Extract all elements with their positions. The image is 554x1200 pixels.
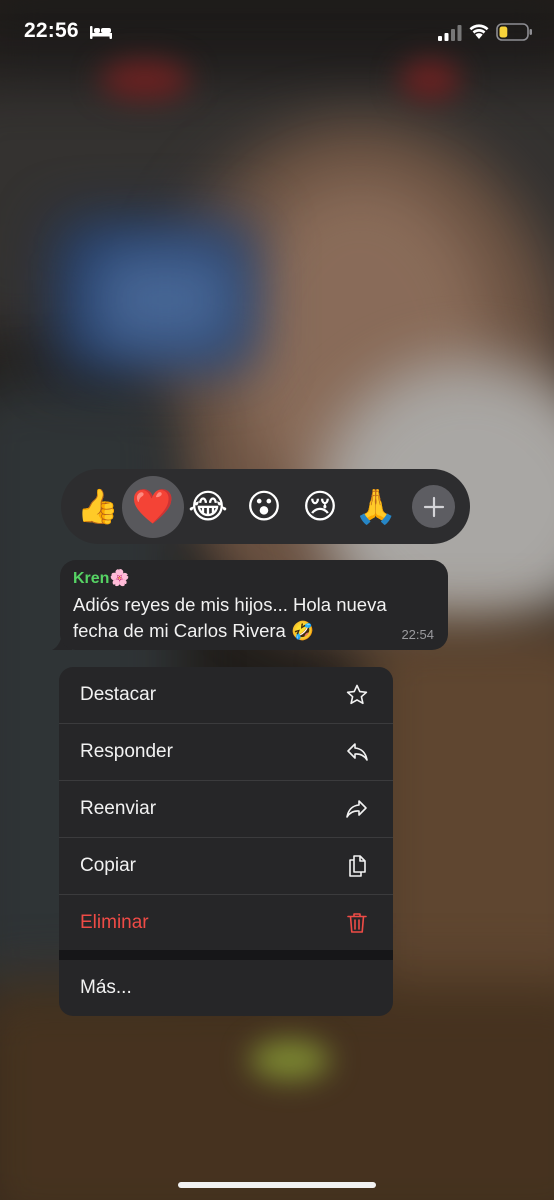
reaction-bar: 👍 ❤️ 😂 😮 😢 🙏 [61,469,470,544]
message-sender: Kren🌸 [73,570,130,587]
copy-icon [349,855,366,877]
menu-item-label: Más... [80,977,132,998]
status-bar: 22:56 [0,0,554,66]
home-indicator[interactable] [178,1182,376,1188]
message-bubble[interactable]: Kren🌸 Adiós reyes de mis hijos... Hola n… [60,560,448,650]
menu-item-label: Copiar [80,855,136,876]
menu-item-destacar[interactable]: Destacar [59,667,393,723]
message-context-menu: Destacar Responder Reenviar Copiar Elimi… [59,667,393,1016]
menu-item-copiar[interactable]: Copiar [59,838,393,894]
message-text: Adiós reyes de mis hijos... Hola nueva f… [73,594,387,641]
plus-icon [423,496,444,517]
wifi-icon [469,24,489,39]
status-time: 22:56 [24,19,79,42]
star-icon [346,684,368,705]
reaction-heart[interactable]: ❤️ [122,476,184,538]
menu-item-eliminar[interactable]: Eliminar [59,895,393,951]
battery-icon [496,23,532,41]
add-reaction-button[interactable] [412,485,455,528]
reply-icon [347,743,368,761]
menu-item-reenviar[interactable]: Reenviar [59,781,393,837]
reaction-thumbs-up[interactable]: 👍 [67,476,129,538]
reaction-surprised[interactable]: 😮 [233,476,295,538]
message-time: 22:54 [401,627,434,642]
menu-item-label: Responder [80,741,173,762]
reaction-laughing[interactable]: 😂 [177,476,239,538]
menu-item-label: Destacar [80,684,157,705]
reaction-crying[interactable]: 😢 [289,476,351,538]
bed-icon [90,26,112,39]
trash-icon [347,913,367,933]
menu-item-label: Reenviar [80,798,157,819]
reaction-pray[interactable]: 🙏 [345,476,407,538]
menu-item-responder[interactable]: Responder [59,724,393,780]
menu-item-mas[interactable]: Más... [59,960,393,1016]
menu-section-divider [59,950,393,960]
forward-icon [346,800,367,818]
signal-icon [438,25,462,41]
menu-item-label: Eliminar [80,912,149,933]
